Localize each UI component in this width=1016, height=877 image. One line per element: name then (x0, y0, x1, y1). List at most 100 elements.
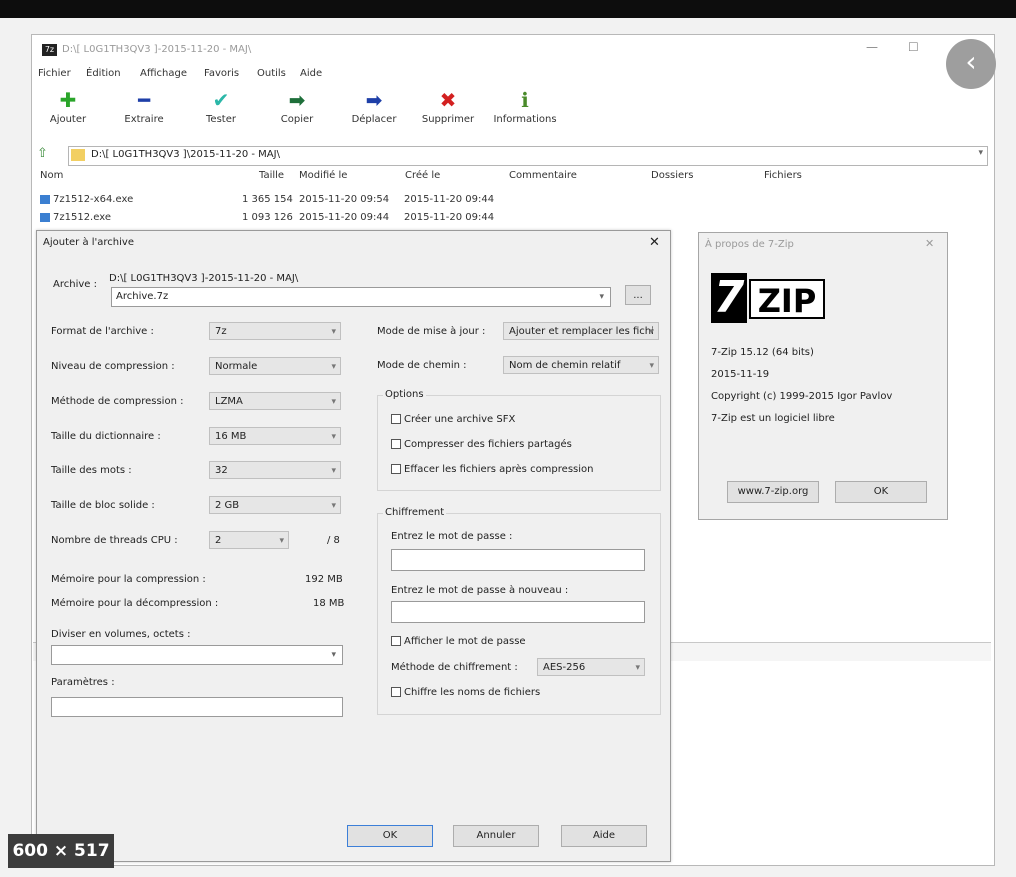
sfx-label: Créer une archive SFX (404, 414, 516, 425)
chevron-down-icon: ▾ (331, 397, 336, 407)
about-title: À propos de 7-Zip (705, 239, 794, 250)
maximize-button[interactable]: ☐ (908, 40, 919, 54)
chevron-down-icon: ▾ (331, 432, 336, 442)
word-size-select[interactable]: 32 ▾ (209, 461, 341, 479)
update-mode-select[interactable]: Ajouter et remplacer les fichi ▾ (503, 322, 659, 340)
level-select[interactable]: Normale ▾ (209, 357, 341, 375)
chevron-down-icon[interactable]: ▾ (331, 646, 336, 664)
info-icon: ℹ (521, 88, 529, 112)
solid-block-select[interactable]: 2 GB ▾ (209, 496, 341, 514)
file-size: 1 365 154 (242, 194, 293, 205)
path-input[interactable]: D:\[ L0G1TH3QV3 ]\2015-11-20 - MAJ\ ▾ (68, 146, 988, 166)
archive-name-input[interactable]: Archive.7z ▾ (111, 287, 611, 307)
chevron-down-icon: ▾ (649, 361, 654, 371)
delete-after-checkbox[interactable]: Effacer les fichiers après compression (391, 464, 593, 475)
about-copyright: Copyright (c) 1999-2015 Igor Pavlov (711, 391, 893, 402)
toolbar-move-label: Déplacer (351, 114, 397, 125)
parameters-input[interactable] (51, 697, 343, 717)
update-mode-label: Mode de mise à jour : (377, 326, 486, 337)
table-row[interactable]: 7z1512.exe 1 093 126 2015-11-20 09:44 20… (40, 212, 494, 223)
menu-fichier[interactable]: Fichier (38, 68, 71, 79)
about-ok-button[interactable]: OK (835, 481, 927, 503)
menu-aide[interactable]: Aide (300, 68, 322, 79)
cancel-button[interactable]: Annuler (453, 825, 539, 847)
toolbar-copy-button[interactable]: ➡ Copier (275, 88, 319, 134)
browse-button[interactable]: ... (625, 285, 651, 305)
chevron-down-icon: ▾ (649, 327, 654, 337)
website-button[interactable]: www.7-zip.org (727, 481, 819, 503)
check-icon: ✔ (212, 88, 230, 112)
password-repeat-input[interactable] (391, 601, 645, 623)
checkbox-box (391, 414, 401, 424)
method-select[interactable]: LZMA ▾ (209, 392, 341, 410)
top-black-bar (0, 0, 1016, 18)
menu-edition[interactable]: Édition (86, 68, 121, 79)
path-mode-label: Mode de chemin : (377, 360, 467, 371)
show-password-checkbox[interactable]: Afficher le mot de passe (391, 636, 526, 647)
encrypt-names-label: Chiffre les noms de fichiers (404, 687, 541, 698)
exe-file-icon (40, 194, 50, 204)
memory-decompression-label: Mémoire pour la décompression : (51, 598, 219, 609)
method-label: Méthode de compression : (51, 396, 184, 407)
shared-files-checkbox[interactable]: Compresser des fichiers partagés (391, 439, 572, 450)
format-select[interactable]: 7z ▾ (209, 322, 341, 340)
column-comment[interactable]: Commentaire (509, 170, 577, 181)
toolbar-info-button[interactable]: ℹ Informations (488, 88, 562, 134)
column-name[interactable]: Nom (40, 170, 63, 181)
about-close-button[interactable]: ✕ (925, 237, 934, 250)
column-modified[interactable]: Modifié le (299, 170, 347, 181)
threads-select[interactable]: 2 ▾ (209, 531, 289, 549)
toolbar-move-button[interactable]: ➡ Déplacer (346, 88, 402, 134)
toolbar-delete-button[interactable]: ✖ Supprimer (417, 88, 479, 134)
minus-icon: ━ (137, 88, 151, 112)
file-modified: 2015-11-20 09:44 (299, 212, 390, 223)
dictionary-value: 16 MB (215, 431, 247, 442)
menu-affichage[interactable]: Affichage (140, 68, 187, 79)
parameters-label: Paramètres : (51, 677, 115, 688)
menu-favoris[interactable]: Favoris (204, 68, 239, 79)
path-text: D:\[ L0G1TH3QV3 ]\2015-11-20 - MAJ\ (91, 149, 280, 160)
help-button[interactable]: Aide (561, 825, 647, 847)
method-value: LZMA (215, 396, 243, 407)
about-license: 7-Zip est un logiciel libre (711, 413, 835, 424)
table-row[interactable]: 7z1512-x64.exe 1 365 154 2015-11-20 09:5… (40, 194, 494, 205)
path-mode-select[interactable]: Nom de chemin relatif ▾ (503, 356, 659, 374)
dictionary-select[interactable]: 16 MB ▾ (209, 427, 341, 445)
delete-after-label: Effacer les fichiers après compression (404, 464, 594, 475)
memory-compression-label: Mémoire pour la compression : (51, 574, 206, 585)
encrypt-names-checkbox[interactable]: Chiffre les noms de fichiers (391, 687, 540, 698)
checkbox-box (391, 636, 401, 646)
ok-button[interactable]: OK (347, 825, 433, 847)
about-version: 7-Zip 15.12 (64 bits) (711, 347, 814, 358)
column-files[interactable]: Fichiers (764, 170, 802, 181)
word-size-value: 32 (215, 465, 228, 476)
plus-icon: ✚ (59, 88, 77, 112)
back-arrow-icon[interactable]: ‹ (946, 39, 996, 89)
column-size[interactable]: Taille (259, 170, 284, 181)
solid-block-label: Taille de bloc solide : (51, 500, 155, 511)
threads-value: 2 (215, 535, 222, 546)
column-created[interactable]: Créé le (405, 170, 440, 181)
dialog-title: Ajouter à l'archive (43, 237, 134, 248)
image-size-badge: 600 × 517 (8, 834, 114, 868)
file-name: 7z1512-x64.exe (53, 194, 134, 205)
minimize-button[interactable]: — (866, 40, 878, 54)
toolbar-test-button[interactable]: ✔ Tester (198, 88, 244, 134)
column-folders[interactable]: Dossiers (651, 170, 694, 181)
menu-outils[interactable]: Outils (257, 68, 286, 79)
sfx-checkbox[interactable]: Créer une archive SFX (391, 414, 515, 425)
archive-label: Archive : (53, 279, 97, 290)
toolbar-add-button[interactable]: ✚ Ajouter (44, 88, 92, 134)
about-dialog: À propos de 7-Zip ✕ 7 ZIP 7-Zip 15.12 (6… (698, 232, 948, 520)
folder-icon (71, 149, 85, 161)
chevron-down-icon[interactable]: ▾ (599, 288, 604, 306)
toolbar-extract-button[interactable]: ━ Extraire (118, 88, 170, 134)
split-volumes-input[interactable]: ▾ (51, 645, 343, 665)
format-value: 7z (215, 326, 227, 337)
chevron-down-icon[interactable]: ▾ (978, 148, 983, 158)
encryption-method-select[interactable]: AES-256 ▾ (537, 658, 645, 676)
password-input[interactable] (391, 549, 645, 571)
up-folder-icon[interactable]: ⇧ (37, 146, 48, 161)
memory-decompression-value: 18 MB (313, 598, 345, 609)
dialog-close-button[interactable]: ✕ (649, 235, 660, 250)
